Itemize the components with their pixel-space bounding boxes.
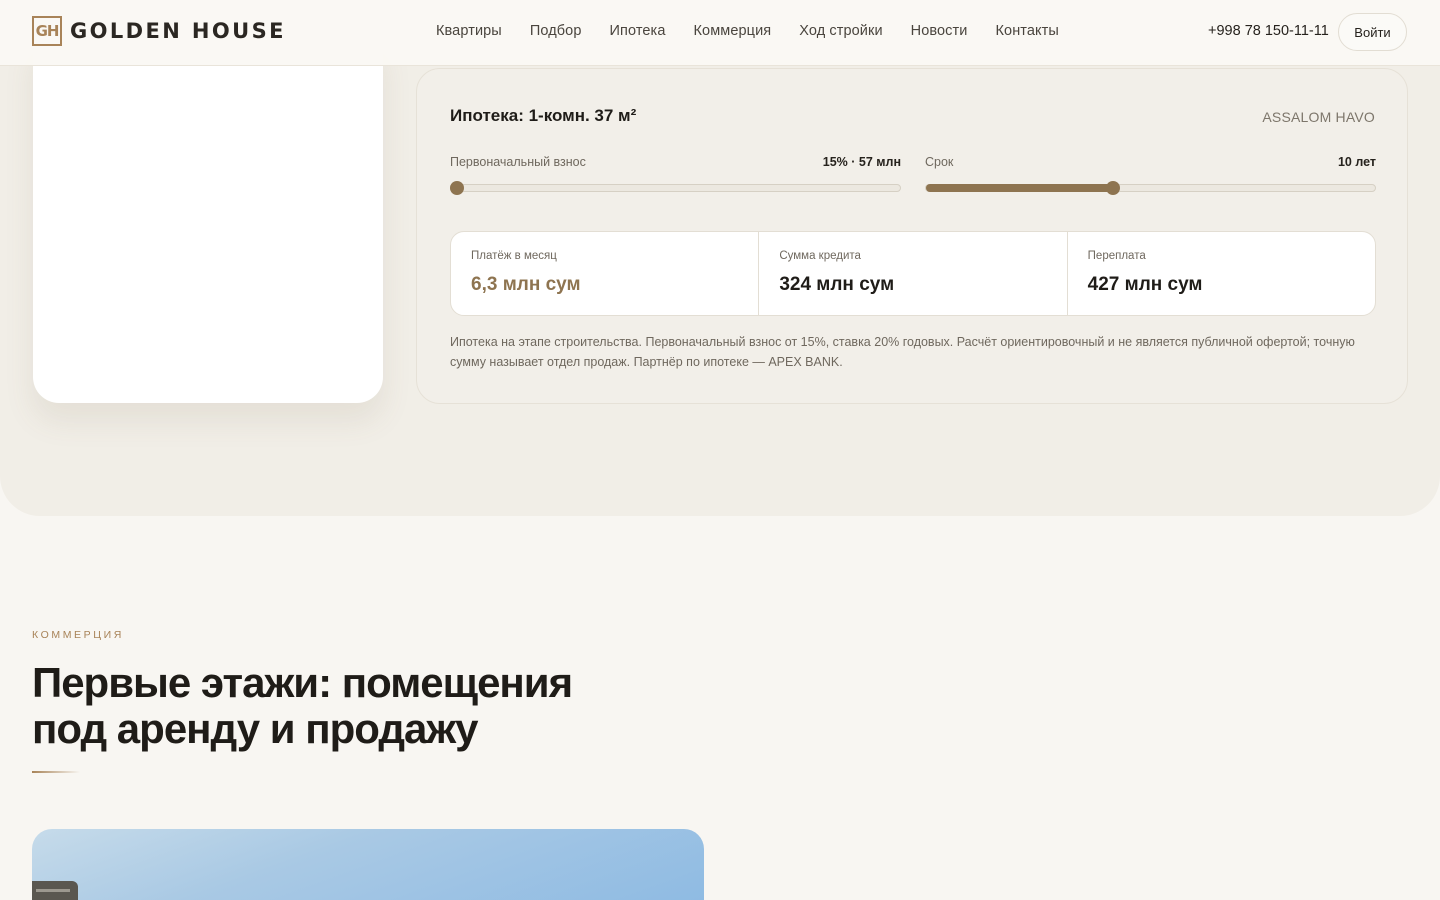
stat-value: 427 млн сум bbox=[1087, 274, 1203, 295]
stat-label: Переплата bbox=[1087, 250, 1146, 262]
nav-item-commerce[interactable]: Коммерция bbox=[694, 23, 772, 39]
stat-value: 6,3 млн сум bbox=[471, 274, 581, 295]
term-slider-thumb[interactable] bbox=[1106, 181, 1121, 195]
term-slider-track[interactable] bbox=[925, 184, 1376, 192]
site-header: GH GOLDEN HOUSE Квартиры Подбор Ипотека … bbox=[0, 0, 1440, 66]
down-payment-slider-thumb[interactable] bbox=[450, 181, 464, 195]
mortgage-partner-label: ASSALOM HAVO bbox=[1262, 109, 1375, 125]
nav-item-apartments[interactable]: Квартиры bbox=[436, 23, 502, 39]
phone-link[interactable]: +998 78 150-11-11 bbox=[1208, 23, 1329, 39]
stat-label: Сумма кредита bbox=[779, 250, 861, 262]
building-image bbox=[32, 881, 78, 900]
down-payment-slider-track[interactable] bbox=[450, 184, 901, 192]
title-underline bbox=[32, 771, 80, 773]
nav-item-mortgage[interactable]: Ипотека bbox=[610, 23, 666, 39]
logo-text: GOLDEN HOUSE bbox=[70, 19, 286, 43]
nav-item-construction[interactable]: Ход стройки bbox=[799, 23, 882, 39]
down-payment-value: 15% · 57 млн bbox=[822, 155, 901, 169]
mortgage-section: Ипотека: 1-комн. 37 м² ASSALOM HAVO Перв… bbox=[0, 0, 1440, 516]
stat-label: Платёж в месяц bbox=[471, 250, 557, 262]
mortgage-results: Платёж в месяц 6,3 млн сум Сумма кредита… bbox=[450, 231, 1376, 316]
term-value: 10 лет bbox=[1337, 155, 1376, 169]
term-slider-fill bbox=[926, 184, 1113, 192]
section-eyebrow: КОММЕРЦИЯ bbox=[32, 629, 124, 641]
stat-value: 324 млн сум bbox=[779, 274, 895, 295]
down-payment-label: Первоначальный взнос bbox=[450, 155, 586, 169]
logo[interactable]: GH GOLDEN HOUSE bbox=[32, 16, 286, 46]
mortgage-calculator-card: Ипотека: 1-комн. 37 м² ASSALOM HAVO Перв… bbox=[416, 68, 1408, 404]
commerce-photo bbox=[32, 829, 704, 900]
term-label: Срок bbox=[925, 155, 954, 169]
loan-amount-stat: Сумма кредита 324 млн сум bbox=[759, 232, 1068, 315]
section-title: Первые этажи: помещения под аренду и про… bbox=[32, 659, 573, 752]
overpayment-stat: Переплата 427 млн сум bbox=[1068, 232, 1375, 315]
mortgage-title: Ипотека: 1-комн. 37 м² bbox=[450, 106, 637, 125]
login-button[interactable]: Войти bbox=[1338, 13, 1407, 51]
apartment-photo-card bbox=[33, 40, 383, 403]
monthly-payment-stat: Платёж в месяц 6,3 млн сум bbox=[451, 232, 760, 315]
logo-mark-icon: GH bbox=[32, 16, 62, 46]
nav-item-contacts[interactable]: Контакты bbox=[995, 23, 1058, 39]
main-nav: Квартиры Подбор Ипотека Коммерция Ход ст… bbox=[436, 23, 1059, 39]
nav-item-selection[interactable]: Подбор bbox=[530, 23, 582, 39]
nav-item-news[interactable]: Новости bbox=[911, 23, 968, 39]
mortgage-disclaimer: Ипотека на этапе строительства. Первонач… bbox=[450, 335, 1355, 369]
